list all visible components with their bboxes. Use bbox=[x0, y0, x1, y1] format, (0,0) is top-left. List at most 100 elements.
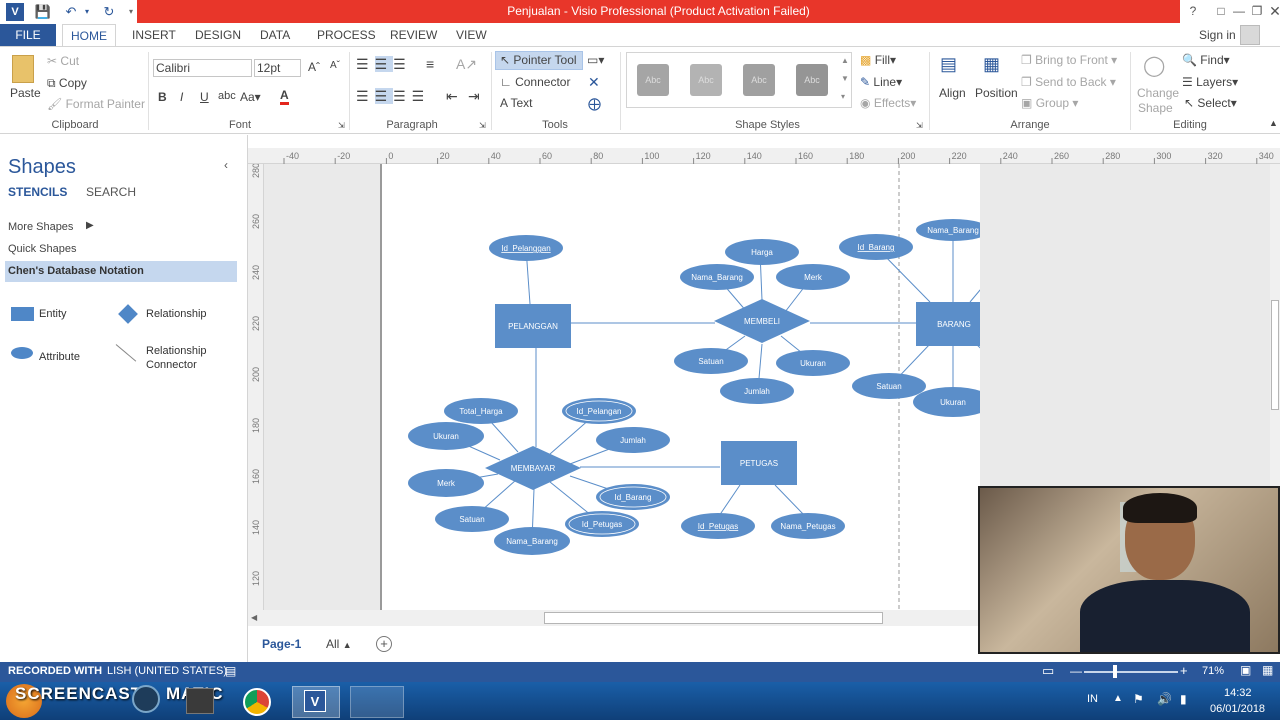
gallery-scroll-icon[interactable]: ▲ ▼ ▾ bbox=[841, 52, 849, 106]
action-center-icon[interactable]: ⚑ bbox=[1133, 692, 1144, 706]
collapse-pane-icon[interactable]: ‹ bbox=[224, 158, 228, 172]
change-shape-button-line2[interactable]: Shape bbox=[1138, 101, 1173, 115]
paste-button[interactable]: Paste bbox=[10, 86, 41, 100]
line-button[interactable]: Line bbox=[873, 75, 896, 89]
collapse-ribbon-icon[interactable]: ▲ bbox=[1269, 118, 1278, 128]
scroll-left-icon[interactable]: ◀ bbox=[251, 613, 257, 622]
fit-page-icon[interactable]: ▣ bbox=[1240, 663, 1251, 677]
clock-time[interactable]: 14:32 bbox=[1224, 687, 1252, 699]
relationship-shape-label[interactable]: Relationship bbox=[146, 308, 207, 320]
zoom-slider-track[interactable] bbox=[1084, 671, 1178, 673]
more-shapes-item[interactable]: More Shapes bbox=[8, 221, 73, 233]
horizontal-align-icons[interactable]: ☰☰☰☰ bbox=[356, 88, 430, 105]
all-pages-tab[interactable]: All bbox=[326, 637, 339, 651]
presentation-mode-icon[interactable]: ▭ bbox=[1042, 663, 1054, 679]
bring-to-front-button[interactable]: Bring to Front bbox=[1035, 53, 1108, 67]
font-name-select[interactable]: Calibri bbox=[153, 59, 252, 77]
decrease-indent-icon[interactable]: ⇤ bbox=[446, 88, 458, 105]
send-to-back-button[interactable]: Send to Back bbox=[1035, 75, 1106, 89]
cut-button[interactable]: Cut bbox=[60, 54, 79, 68]
font-dialog-launcher-icon[interactable]: ⇲ bbox=[338, 121, 345, 130]
close-icon[interactable]: ✕ bbox=[1264, 2, 1280, 20]
vertical-align-icons[interactable]: ☰☰☰ bbox=[356, 56, 412, 73]
tab-file[interactable]: FILE bbox=[0, 24, 56, 46]
paragraph-dialog-launcher-icon[interactable]: ⇲ bbox=[479, 121, 486, 130]
fill-button[interactable]: Fill bbox=[875, 53, 890, 67]
horizontal-scroll-thumb[interactable] bbox=[544, 612, 883, 624]
underline-icon[interactable]: U bbox=[200, 90, 209, 104]
effects-button[interactable]: Effects bbox=[874, 96, 910, 110]
change-case-icon[interactable]: Aa▾ bbox=[240, 90, 261, 104]
text-tool-button[interactable]: Text bbox=[510, 96, 532, 110]
entity-shape-icon[interactable] bbox=[11, 307, 34, 321]
relationship-connector-label[interactable]: Relationship Connector bbox=[146, 344, 207, 372]
shape-style-1[interactable]: Abc bbox=[637, 64, 669, 96]
macro-record-icon[interactable]: ▤ bbox=[225, 664, 236, 678]
redo-icon[interactable]: ↻ bbox=[100, 3, 118, 21]
position-button[interactable]: Position bbox=[975, 86, 1018, 100]
text-direction-icon[interactable]: A↗ bbox=[456, 56, 477, 73]
increase-indent-icon[interactable]: ⇥ bbox=[468, 88, 480, 105]
search-tab[interactable]: SEARCH bbox=[86, 185, 136, 199]
bold-icon[interactable]: B bbox=[158, 90, 167, 104]
language-status[interactable]: LISH (UNITED STATES) bbox=[107, 665, 227, 677]
attribute-shape-icon[interactable] bbox=[11, 347, 33, 359]
tab-review[interactable]: REVIEW bbox=[382, 24, 445, 46]
paste-icon[interactable] bbox=[12, 55, 34, 83]
entity-shape-label[interactable]: Entity bbox=[39, 308, 67, 320]
quick-shapes-item[interactable]: Quick Shapes bbox=[8, 243, 76, 255]
strikethrough-icon[interactable]: abc bbox=[218, 90, 236, 102]
page-1-tab[interactable]: Page-1 bbox=[262, 637, 301, 651]
network-icon[interactable]: ▮ bbox=[1180, 692, 1187, 706]
font-size-select[interactable]: 12pt bbox=[254, 59, 301, 77]
bullets-icon[interactable]: ≡ bbox=[426, 56, 434, 72]
shape-style-4[interactable]: Abc bbox=[796, 64, 828, 96]
italic-icon[interactable]: I bbox=[180, 90, 183, 104]
shape-style-3[interactable]: Abc bbox=[743, 64, 775, 96]
select-button[interactable]: Select bbox=[1197, 96, 1230, 110]
sign-in-link[interactable]: Sign in bbox=[1199, 28, 1236, 42]
all-pages-menu-icon[interactable]: ▲ bbox=[343, 640, 352, 650]
shrink-font-icon[interactable]: Aˇ bbox=[330, 60, 340, 71]
show-hidden-icons[interactable]: ▲ bbox=[1113, 693, 1123, 704]
tab-view[interactable]: VIEW bbox=[448, 24, 495, 46]
vertical-scroll-thumb[interactable] bbox=[1271, 300, 1279, 410]
attribute-shape-label[interactable]: Attribute bbox=[39, 351, 80, 363]
crop-tool-icon[interactable]: ⨁ bbox=[588, 96, 601, 112]
copy-button[interactable]: Copy bbox=[59, 76, 87, 90]
connection-point-icon[interactable]: ✕ bbox=[588, 74, 600, 91]
switch-windows-icon[interactable]: ▦ bbox=[1262, 663, 1273, 677]
volume-icon[interactable]: 🔊 bbox=[1157, 692, 1172, 706]
er-diagram[interactable]: PELANGGAN BARANG PETUGAS MEMBELI MEMBAYAR Id_… bbox=[380, 164, 980, 610]
visio-app-icon[interactable]: V bbox=[6, 3, 24, 21]
shape-styles-dialog-launcher-icon[interactable]: ⇲ bbox=[916, 121, 923, 130]
taskbar-window-button[interactable] bbox=[350, 686, 404, 718]
font-color-icon[interactable]: A bbox=[280, 88, 289, 105]
zoom-out-icon[interactable]: — bbox=[1070, 664, 1082, 678]
shape-style-2[interactable]: Abc bbox=[690, 64, 722, 96]
taskbar-app-icon[interactable] bbox=[186, 688, 214, 714]
tab-design[interactable]: DESIGN bbox=[187, 24, 249, 46]
input-language-indicator[interactable]: IN bbox=[1087, 693, 1098, 705]
tab-home[interactable]: HOME bbox=[62, 24, 116, 46]
zoom-level[interactable]: 71% bbox=[1202, 665, 1224, 677]
save-icon[interactable]: 💾 bbox=[34, 3, 52, 21]
zoom-in-icon[interactable]: + bbox=[1180, 663, 1188, 678]
align-button[interactable]: Align bbox=[939, 86, 966, 100]
connector-tool-button[interactable]: Connector bbox=[515, 75, 570, 89]
change-shape-button[interactable]: Change bbox=[1137, 86, 1179, 100]
tab-insert[interactable]: INSERT bbox=[124, 24, 184, 46]
stencils-tab[interactable]: STENCILS bbox=[8, 185, 67, 199]
zoom-slider-thumb[interactable] bbox=[1113, 665, 1117, 678]
insert-page-icon[interactable]: + bbox=[376, 636, 392, 652]
user-avatar[interactable] bbox=[1240, 25, 1260, 45]
group-button[interactable]: Group bbox=[1036, 96, 1069, 110]
tab-process[interactable]: PROCESS bbox=[309, 24, 384, 46]
grow-font-icon[interactable]: Aˆ bbox=[308, 60, 320, 74]
help-button[interactable]: ? bbox=[1182, 2, 1204, 20]
clock-date[interactable]: 06/01/2018 bbox=[1210, 703, 1265, 715]
undo-dropdown-icon[interactable]: ▾ bbox=[78, 3, 96, 21]
layers-button[interactable]: Layers bbox=[1196, 75, 1232, 89]
format-painter-button[interactable]: Format Painter bbox=[66, 97, 145, 111]
rectangle-shape-icon[interactable]: ▭▾ bbox=[587, 53, 604, 67]
